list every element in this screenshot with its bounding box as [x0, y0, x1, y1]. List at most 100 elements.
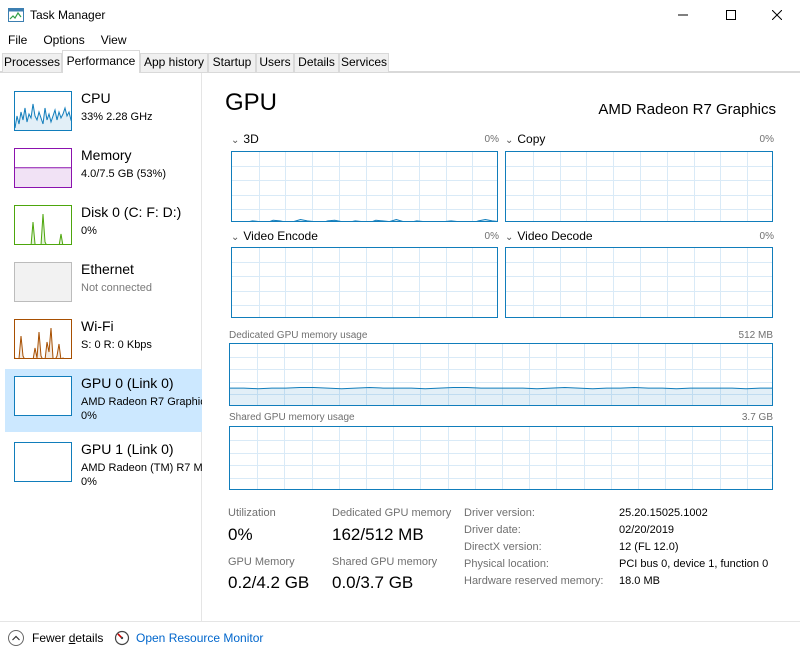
title-bar: Task Manager [0, 0, 800, 30]
memory-sparkline [15, 167, 71, 187]
sidebar-item-title: Ethernet [81, 261, 134, 277]
tab-services[interactable]: Services [339, 53, 389, 72]
gpu1-sparkline [15, 443, 72, 482]
fewer-details-label: Fewer details [32, 631, 104, 645]
utilization-value: 0% [228, 525, 253, 544]
engine-label-video-decode[interactable]: ⌄ Video Decode [505, 229, 593, 243]
gpu1-thumbnail-graph [14, 442, 72, 482]
memory-thumbnail-graph [14, 148, 72, 188]
engine-graph-3d [231, 151, 498, 222]
tab-details[interactable]: Details [294, 53, 339, 72]
sidebar-item-subtitle: S: 0 R: 0 Kbps [81, 339, 152, 351]
disk-sparkline [30, 213, 64, 244]
info-label: Driver version: [464, 507, 535, 519]
shared-memory-stat-label: Shared GPU memory [332, 556, 438, 568]
fewer-details-button[interactable]: Fewer details [8, 630, 103, 646]
engine-percent: 0% [759, 134, 774, 145]
shared-memory-label: Shared GPU memory usage [229, 412, 355, 423]
minimize-icon [678, 14, 688, 16]
driver-date-value: 02/20/2019 [619, 524, 675, 536]
wifi-series-area [15, 328, 63, 358]
memory-series-area [15, 167, 71, 187]
gpu0-sparkline [15, 377, 72, 416]
dedicated-memory-label: Dedicated GPU memory usage [229, 330, 368, 341]
sidebar-item-subtitle: AMD Radeon (TM) R7 M [81, 462, 202, 474]
utilization-label: Utilization [228, 507, 276, 519]
shared-memory-stat-value: 0.0/3.7 GB [332, 573, 414, 592]
info-label: Hardware reserved memory: [464, 575, 604, 587]
main-area: CPU 33% 2.28 GHz Memory 4.0/7.5 GB (53%)… [0, 72, 800, 621]
gpu-memory-value: 0.2/4.2 GB [228, 573, 310, 592]
wifi-thumbnail-graph [14, 319, 72, 359]
close-button[interactable] [754, 0, 800, 30]
engine-graph-copy [505, 151, 773, 222]
menu-bar: File Options View [0, 30, 800, 50]
tab-strip: Processes Performance App history Startu… [0, 50, 800, 73]
sidebar-item-cpu[interactable]: CPU 33% 2.28 GHz [5, 84, 202, 144]
wifi-series-line [15, 327, 64, 358]
engine-label-video-encode[interactable]: ⌄ Video Encode [231, 229, 318, 243]
footer-bar: Fewer details Open Resource Monitor [0, 621, 800, 661]
chevron-up-icon [8, 630, 24, 646]
engine-name: Video Decode [517, 229, 593, 243]
driver-version-value: 25.20.15025.1002 [619, 507, 708, 519]
sidebar-item-title: Memory [81, 147, 132, 163]
sidebar-item-subtitle: Not connected [81, 282, 152, 294]
sidebar-item-memory[interactable]: Memory 4.0/7.5 GB (53%) [5, 141, 202, 201]
dedicated-memory-series-area [230, 387, 772, 405]
sidebar-item-title: GPU 1 (Link 0) [81, 441, 174, 457]
chevron-down-icon: ⌄ [505, 135, 514, 146]
engine-graph-video-decode-plot [506, 248, 772, 317]
tab-app-history[interactable]: App history [140, 53, 208, 72]
tab-processes[interactable]: Processes [2, 53, 62, 72]
hardware-reserved-memory-value: 18.0 MB [619, 575, 660, 587]
tab-startup[interactable]: Startup [208, 53, 256, 72]
wifi-sparkline [15, 327, 64, 358]
sidebar-item-wifi[interactable]: Wi-Fi S: 0 R: 0 Kbps [5, 312, 202, 372]
menu-options[interactable]: Options [35, 30, 92, 50]
page-title: GPU [225, 89, 278, 116]
tab-users[interactable]: Users [256, 53, 294, 72]
engine-label-copy[interactable]: ⌄ Copy [505, 132, 545, 146]
dedicated-memory-stat-label: Dedicated GPU memory [332, 507, 452, 519]
sidebar-item-subtitle: 0% [81, 225, 97, 237]
3d-usage-series-line [249, 218, 497, 221]
sidebar-item-gpu1[interactable]: GPU 1 (Link 0) AMD Radeon (TM) R7 M 0% [5, 435, 202, 495]
sidebar-item-ethernet[interactable]: Ethernet Not connected [5, 255, 202, 315]
engine-graph-video-decode [505, 247, 773, 318]
sidebar-item-title: GPU 0 (Link 0) [81, 375, 174, 391]
window-title: Task Manager [30, 8, 106, 22]
shared-memory-max: 3.7 GB [741, 412, 773, 423]
engine-graph-copy-plot [506, 152, 772, 221]
tab-performance[interactable]: Performance [62, 50, 140, 73]
dedicated-memory-stat-value: 162/512 MB [332, 525, 424, 544]
menu-file[interactable]: File [0, 30, 35, 50]
engine-name: Copy [517, 132, 546, 146]
sidebar-item-disk[interactable]: Disk 0 (C: F: D:) 0% [5, 198, 202, 258]
cpu-thumbnail-graph [14, 91, 72, 131]
info-label: Physical location: [464, 558, 549, 570]
menu-view[interactable]: View [93, 30, 135, 50]
engine-label-3d[interactable]: ⌄ 3D [231, 132, 259, 146]
engine-graph-video-encode [231, 247, 498, 318]
sidebar-item-percent: 0% [81, 410, 97, 422]
sidebar-item-title: Wi-Fi [81, 318, 114, 334]
close-icon [772, 10, 782, 20]
open-resource-monitor-link[interactable]: Open Resource Monitor [114, 630, 263, 646]
dedicated-memory-max: 512 MB [738, 330, 773, 341]
chevron-down-icon: ⌄ [505, 232, 514, 243]
sidebar-item-gpu0[interactable]: GPU 0 (Link 0) AMD Radeon R7 Graphics 0% [5, 369, 202, 432]
engine-graph-3d-plot [232, 152, 497, 221]
gpu-detail-panel: GPU AMD Radeon R7 Graphics ⌄ 3D 0% ⌄ Copy … [203, 73, 800, 621]
sidebar-item-subtitle: 4.0/7.5 GB (53%) [81, 168, 166, 180]
info-label: Driver date: [464, 524, 521, 536]
minimize-button[interactable] [660, 0, 706, 30]
info-label: DirectX version: [464, 541, 542, 553]
gpu-model-name: AMD Radeon R7 Graphics [598, 101, 776, 118]
dedicated-memory-plot [230, 344, 772, 405]
maximize-button[interactable] [708, 0, 754, 30]
sidebar-item-subtitle: 33% 2.28 GHz [81, 111, 153, 123]
disk-thumbnail-graph [14, 205, 72, 245]
shared-memory-plot [230, 427, 772, 489]
task-manager-icon [8, 8, 24, 22]
